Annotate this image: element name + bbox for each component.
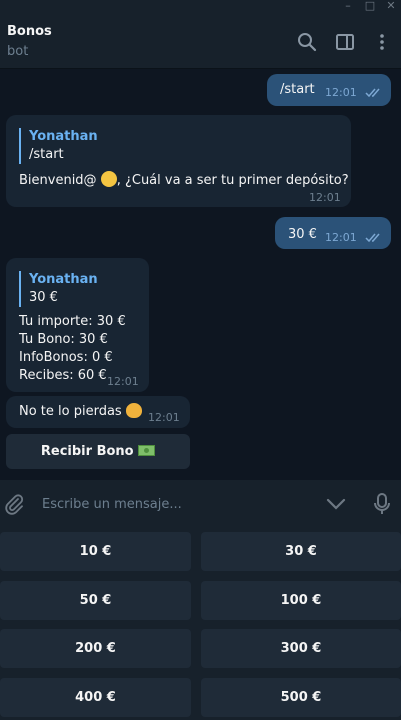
reply-text: /start <box>29 147 64 162</box>
chevron-down-icon[interactable] <box>324 492 348 516</box>
message-incoming[interactable]: Yonathan /start Bienvenid@ , ¿Cuál va a … <box>6 115 351 207</box>
message-input[interactable] <box>42 494 312 514</box>
microphone-icon[interactable] <box>370 492 394 516</box>
message-time: 12:01 <box>325 231 357 244</box>
more-vertical-icon[interactable] <box>371 31 393 53</box>
receive-bonus-button[interactable]: Recibir Bono <box>6 434 190 469</box>
message-text: 30 € <box>288 227 317 242</box>
sidebar-icon[interactable] <box>334 31 356 53</box>
message-time: 12:01 <box>148 411 180 424</box>
message-incoming[interactable]: No te lo pierdas 12:01 <box>6 396 190 428</box>
message-outgoing[interactable]: /start 12:01 <box>267 74 391 106</box>
money-banknote-icon <box>138 445 156 456</box>
reply-text: 30 € <box>29 290 58 305</box>
amount-button-50[interactable]: 50 € <box>0 581 191 620</box>
receive-bonus-label: Recibir Bono <box>40 444 134 459</box>
message-time: 12:01 <box>309 191 341 204</box>
message-incoming[interactable]: Yonathan 30 € Tu importe: 30 € Tu Bono: … <box>6 258 149 392</box>
double-check-icon <box>365 233 380 243</box>
maximize-button[interactable]: □ <box>360 0 380 14</box>
summary-amount: Tu importe: 30 € <box>19 314 126 329</box>
chat-status: bot <box>7 44 29 59</box>
summary-bonus: Tu Bono: 30 € <box>19 332 108 347</box>
amount-button-100[interactable]: 100 € <box>201 581 401 620</box>
window-titlebar: – □ ✕ <box>0 0 401 14</box>
double-check-icon <box>365 88 380 98</box>
chat-title[interactable]: Bonos <box>7 24 52 39</box>
message-time: 12:01 <box>325 86 357 99</box>
message-text: /start <box>280 82 315 97</box>
message-text-end: , ¿Cuál va a ser tu primer depósito? <box>116 173 349 188</box>
reply-quote[interactable]: Yonathan /start <box>19 128 98 164</box>
reply-keyboard: 10 € 30 € 50 € 100 € 200 € 300 € 400 € 5… <box>0 528 401 720</box>
amount-button-400[interactable]: 400 € <box>0 678 191 717</box>
amount-button-500[interactable]: 500 € <box>201 678 401 717</box>
message-text-start: Bienvenid@ <box>19 173 97 188</box>
reply-author: Yonathan <box>29 272 98 287</box>
message-outgoing[interactable]: 30 € 12:01 <box>275 217 391 249</box>
summary-total: Recibes: 60 € <box>19 368 107 383</box>
search-icon[interactable] <box>296 31 318 53</box>
chat-header: Bonos bot <box>0 14 401 69</box>
hugging-face-emoji-icon <box>100 171 117 187</box>
reply-quote[interactable]: Yonathan 30 € <box>19 271 98 307</box>
amount-button-10[interactable]: 10 € <box>0 532 191 571</box>
message-text: Bienvenid@ , ¿Cuál va a ser tu primer de… <box>19 171 349 190</box>
message-text-start: No te lo pierdas <box>19 404 122 419</box>
message-time: 12:01 <box>107 375 139 388</box>
amount-button-300[interactable]: 300 € <box>201 629 401 668</box>
amount-button-200[interactable]: 200 € <box>0 629 191 668</box>
message-text: No te lo pierdas <box>19 403 142 421</box>
amount-button-30[interactable]: 30 € <box>201 532 401 571</box>
message-list[interactable]: /start 12:01 Yonathan /start Bienvenid@ … <box>0 70 401 480</box>
message-composer <box>0 480 401 528</box>
attach-icon[interactable] <box>2 492 26 516</box>
reply-author: Yonathan <box>29 129 98 144</box>
summary-info-bonus: InfoBonos: 0 € <box>19 350 113 365</box>
smirking-cat-emoji-icon <box>125 403 142 418</box>
close-button[interactable]: ✕ <box>381 0 401 14</box>
minimize-button[interactable]: – <box>338 0 358 14</box>
